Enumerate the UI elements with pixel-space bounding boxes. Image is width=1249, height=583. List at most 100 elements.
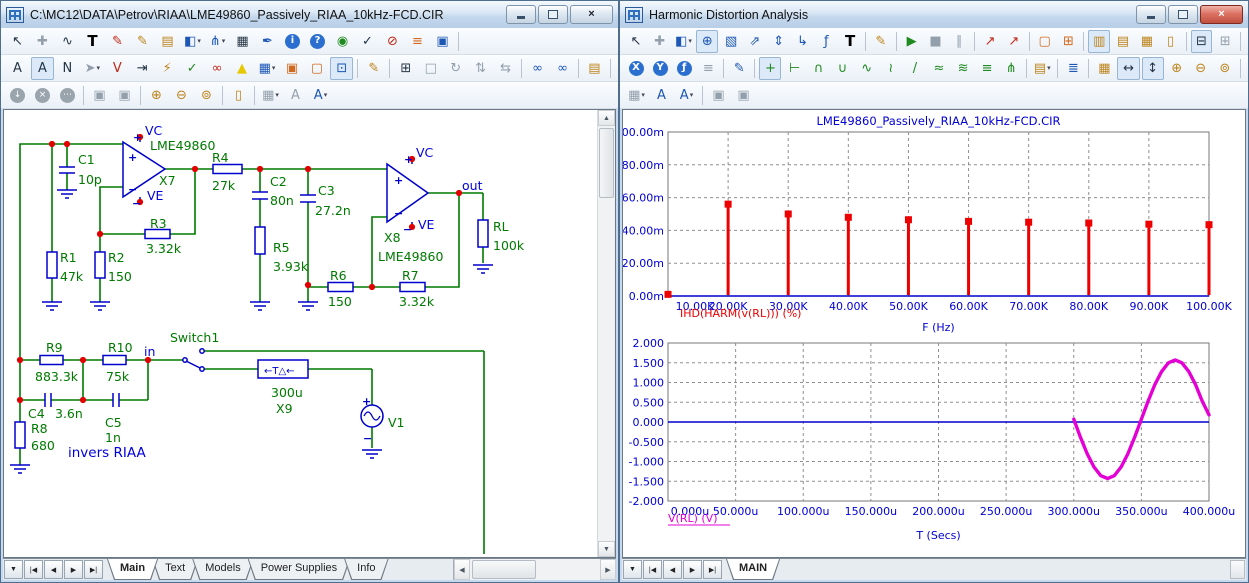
rotate-icon[interactable]: ↻ — [444, 57, 467, 80]
plot-stack-icon[interactable]: ▥ — [1088, 30, 1110, 53]
horizontal-scrollbar[interactable]: ◀ ▶ — [453, 559, 616, 580]
handles-icon[interactable]: ⊞ — [394, 57, 417, 80]
schematic-titlebar[interactable]: C:\MC12\DATA\Petrov\RIAA\LME49860_Passiv… — [1, 1, 618, 28]
zoom-100-icon[interactable]: ⊚ — [1214, 57, 1236, 80]
vertical-scroll-thumb[interactable] — [599, 128, 614, 198]
tab-last-button[interactable]: ▶| — [84, 560, 103, 579]
horizontal-scroll-thumb[interactable] — [1230, 560, 1245, 579]
paste-icon[interactable]: ▤▾ — [1031, 57, 1053, 80]
zoom-100-icon[interactable]: ⊚ — [195, 84, 218, 107]
title-block-icon[interactable]: ▢ — [305, 57, 328, 80]
run-icon[interactable]: ▶ — [901, 30, 923, 53]
wave-icon[interactable]: ∿ — [856, 57, 878, 80]
scroll-left-button[interactable]: ◀ — [454, 559, 470, 580]
horizontal-scroll-track[interactable] — [470, 559, 600, 580]
branch-icon[interactable]: ⋔ — [1000, 57, 1022, 80]
line-draw-icon[interactable]: ✎ — [106, 30, 129, 53]
scroll-down-button[interactable]: ▼ — [598, 541, 615, 557]
bring-front-icon[interactable]: ▣ — [707, 84, 730, 107]
global-high-icon[interactable]: ≋ — [952, 57, 974, 80]
node-power-icon[interactable]: ⚡ — [156, 57, 179, 80]
tab-models[interactable]: Models — [192, 559, 253, 580]
wave-alt-icon[interactable]: ≀ — [880, 57, 902, 80]
horizontal-scroll-thumb[interactable] — [472, 560, 536, 579]
tab-menu-button[interactable]: ▼ — [623, 560, 642, 579]
info-icon[interactable]: i — [281, 30, 304, 53]
tab-info[interactable]: Info — [344, 559, 388, 580]
plot-area[interactable]: LME49860_Passively_RIAA_10kHz-FCD.CIR100… — [622, 109, 1246, 558]
font-icon[interactable]: A — [284, 84, 307, 107]
font-icon[interactable]: A — [650, 84, 673, 107]
plot-grid-icon[interactable]: ▦ — [1136, 30, 1158, 53]
node-check-icon[interactable]: ✓ — [181, 57, 204, 80]
plot-single-icon[interactable]: ▯ — [1160, 30, 1182, 53]
vertical-scrollbar[interactable]: ▲ ▼ — [597, 110, 615, 557]
font-color-icon[interactable]: A▾ — [675, 84, 698, 107]
grid-icon[interactable]: ▦▾ — [256, 57, 279, 80]
y-scale-icon[interactable]: ↕ — [1142, 57, 1164, 80]
search-icon[interactable]: ∞ — [551, 57, 574, 80]
scale-diag-icon[interactable]: ⇗ — [744, 30, 766, 53]
shape-picker-icon[interactable]: ◧▾ — [181, 30, 204, 53]
flip-v-icon[interactable]: ⇅ — [469, 57, 492, 80]
page-icon[interactable]: ▯ — [227, 84, 250, 107]
scroll-right-button[interactable]: ▶ — [600, 559, 616, 580]
bring-front-icon[interactable]: ▣ — [88, 84, 111, 107]
slope-icon[interactable]: / — [904, 57, 926, 80]
cursor-graph-alt-icon[interactable]: ↗ — [1003, 30, 1025, 53]
plot-rows-icon[interactable]: ▤ — [1112, 30, 1134, 53]
grid-view-icon[interactable]: ▦▾ — [625, 84, 648, 107]
check-box-icon[interactable]: ✓ — [356, 30, 379, 53]
replace-icon[interactable]: ➤▾ — [81, 57, 104, 80]
zoom-select-icon[interactable]: ⊕ — [696, 30, 718, 53]
select-arrow-icon[interactable]: ↖ — [6, 30, 29, 53]
wire-mode-icon[interactable]: ∿ — [56, 30, 79, 53]
x-scale-icon[interactable]: ↔ — [1117, 57, 1139, 80]
merge-plots-icon[interactable]: ⊟ — [1191, 30, 1213, 53]
pause-icon[interactable]: ∥ — [948, 30, 970, 53]
tab-power-supplies[interactable]: Power Supplies — [248, 559, 350, 580]
notes-icon[interactable]: ▤ — [583, 57, 606, 80]
pencil-draw-icon[interactable]: ✎ — [131, 30, 154, 53]
pan-hand-icon[interactable]: ✚ — [31, 30, 54, 53]
send-back-icon[interactable]: ▣ — [732, 84, 755, 107]
find-node-icon[interactable]: N — [56, 57, 79, 80]
doc-edit-icon[interactable]: ▣ — [431, 30, 454, 53]
analysis-titlebar[interactable]: Harmonic Distortion Analysis × — [620, 1, 1248, 28]
cursor-graph-icon[interactable]: ↗ — [979, 30, 1001, 53]
find-wave-icon[interactable]: A — [31, 57, 54, 80]
graph-pan-icon[interactable]: ▧ — [720, 30, 742, 53]
inflection-icon[interactable]: ≈ — [928, 57, 950, 80]
stop-icon[interactable]: ■ — [925, 30, 947, 53]
annotate-pen-icon[interactable]: ✒ — [256, 30, 279, 53]
node-picker-icon[interactable]: ⋔▾ — [206, 30, 229, 53]
format-list-icon[interactable]: ≣ — [1062, 57, 1084, 80]
search-wave-icon[interactable]: ∞ — [526, 57, 549, 80]
zoom-out-icon[interactable]: ⊖ — [170, 84, 193, 107]
doc-error-icon[interactable]: ⊘ — [381, 30, 404, 53]
schematic-drawing[interactable]: C110pR147kR2150R33.32kR427kLME49860X7C28… — [4, 110, 600, 554]
text-mode-icon[interactable]: T — [839, 30, 861, 53]
grid-view-icon[interactable]: ▦▾ — [259, 84, 282, 107]
probe-icon[interactable]: ∞ — [206, 57, 229, 80]
grid-dots-icon[interactable]: ⊞ — [1214, 30, 1236, 53]
restore-button[interactable] — [538, 5, 568, 24]
minimize-button[interactable] — [506, 5, 536, 24]
select-arrow-icon[interactable]: ↖ — [625, 30, 647, 53]
select-region-icon[interactable]: ⊡ — [330, 57, 353, 80]
minimize-button[interactable] — [1136, 5, 1166, 24]
bus-icon[interactable]: ▤ — [156, 30, 179, 53]
list-icon[interactable]: ≡ — [406, 30, 429, 53]
peak-icon[interactable]: ∩ — [808, 57, 830, 80]
tab-prev-button[interactable]: ◀ — [44, 560, 63, 579]
schematic-canvas[interactable]: C110pR147kR2150R33.32kR427kLME49860X7C28… — [3, 109, 616, 558]
warning-icon[interactable]: ▲ — [231, 57, 254, 80]
shape-picker-icon[interactable]: ◧▾ — [673, 30, 695, 53]
edit-limits-icon[interactable]: ✎ — [728, 57, 750, 80]
numeric-format-icon[interactable]: ▦ — [1093, 57, 1115, 80]
valley-icon[interactable]: ∪ — [832, 57, 854, 80]
pan-hand-icon[interactable]: ✚ — [649, 30, 671, 53]
find-voltage-icon[interactable]: V — [106, 57, 129, 80]
analysis-charts[interactable]: LME49860_Passively_RIAA_10kHz-FCD.CIR100… — [623, 110, 1245, 556]
find-part-icon[interactable]: A — [6, 57, 29, 80]
